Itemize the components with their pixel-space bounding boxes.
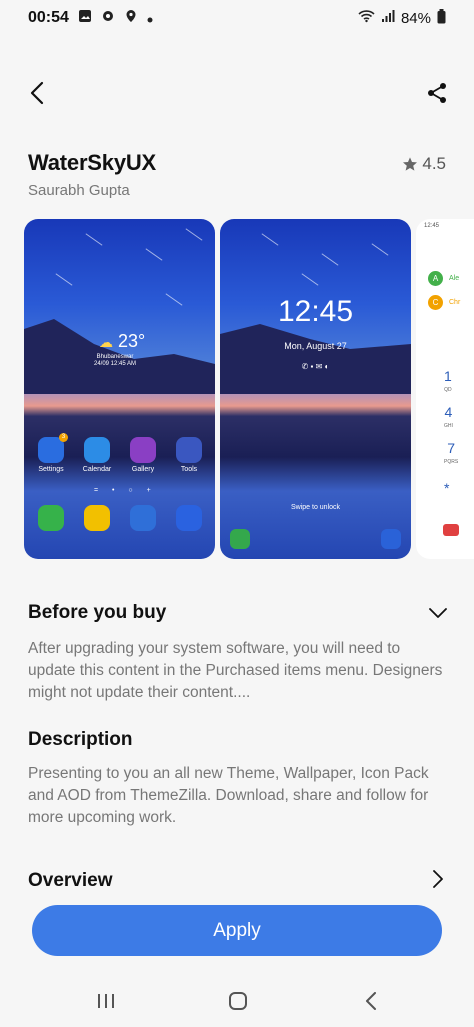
contact-name: Chr xyxy=(449,299,461,306)
phone-shortcut-icon[interactable] xyxy=(230,529,250,549)
tools-folder-icon xyxy=(176,437,202,463)
before-you-buy-text: After upgrading your system software, yo… xyxy=(28,640,443,701)
rating: 4.5 xyxy=(402,154,446,174)
home-button[interactable] xyxy=(223,988,253,1014)
recent-apps-icon xyxy=(98,994,114,1008)
weather-datetime: 24/09 12:45 AM xyxy=(94,361,137,367)
gallery-app-icon xyxy=(130,437,156,463)
browser-app-icon[interactable] xyxy=(130,505,156,531)
contact-avatar: A xyxy=(428,271,443,286)
app-label: Settings xyxy=(38,466,64,473)
weather-location: Bhubaneswar xyxy=(96,354,134,360)
weather-info: Bhubaneswar 24/09 12:45 AM xyxy=(94,354,136,368)
preview-dialer[interactable]: 12:45 A Ale C Chr 1 QD 4 GHI 7 PQRS * xyxy=(416,219,474,559)
chevron-left-icon xyxy=(30,81,44,105)
dock xyxy=(38,505,202,531)
key-digit: 4 xyxy=(444,404,453,420)
theme-author[interactable]: Saurabh Gupta xyxy=(28,182,130,199)
back-icon xyxy=(366,992,376,1010)
description-text: Presenting to you an all new Theme, Wall… xyxy=(28,765,429,826)
preview-lock-screen[interactable]: 12:45 Mon, August 27 ✆ ▪ ✉ ◐ Swipe to un… xyxy=(220,219,411,559)
overview-title[interactable]: Overview xyxy=(28,870,113,892)
home-icon xyxy=(229,992,247,1010)
wifi-icon xyxy=(358,9,375,27)
rating-value: 4.5 xyxy=(422,154,446,173)
calendar-app-icon xyxy=(84,437,110,463)
cloud-sun-icon: ☁ xyxy=(99,334,113,350)
overview-button[interactable] xyxy=(426,867,450,891)
key-digit: * xyxy=(444,480,450,496)
contact-avatar: C xyxy=(428,295,443,310)
contact-item: C Chr xyxy=(428,295,460,310)
page-indicator: = • ○ + xyxy=(94,487,157,494)
battery-icon xyxy=(437,8,446,28)
share-icon xyxy=(428,83,446,103)
dial-key: 1 QD xyxy=(444,369,452,397)
dialer-time: 12:45 xyxy=(424,223,440,229)
contact-item: A Ale xyxy=(428,271,459,286)
navigation-bar xyxy=(0,980,474,1022)
expand-button[interactable] xyxy=(426,601,450,625)
gallery-icon xyxy=(78,9,92,27)
status-bar: 00:54 84% xyxy=(0,0,474,36)
camera-app-icon[interactable] xyxy=(176,505,202,531)
preview-carousel[interactable]: ☁ 23° Bhubaneswar 24/09 12:45 AM 3 Setti… xyxy=(24,219,474,559)
swipe-hint: Swipe to unlock xyxy=(290,504,341,511)
star-icon xyxy=(403,157,418,171)
recent-apps-button[interactable] xyxy=(91,988,121,1014)
dial-key: 4 GHI xyxy=(444,405,453,433)
before-you-buy-title: Before you buy xyxy=(28,602,167,623)
preview-home-screen[interactable]: ☁ 23° Bhubaneswar 24/09 12:45 AM 3 Setti… xyxy=(24,219,215,559)
app-label: Gallery xyxy=(131,466,155,473)
weather-widget[interactable]: ☁ 23° xyxy=(99,331,145,352)
description-title: Description xyxy=(28,729,133,750)
back-button[interactable] xyxy=(22,78,52,108)
chevron-down-icon xyxy=(429,608,447,618)
app-settings[interactable]: 3 Settings xyxy=(34,433,68,473)
notification-badge: 3 xyxy=(59,433,68,442)
apply-button[interactable]: Apply xyxy=(32,905,442,956)
app-row: 3 Settings Calendar Gallery Tools xyxy=(34,433,206,473)
phone-app-icon[interactable] xyxy=(38,505,64,531)
dial-key: * xyxy=(444,481,449,495)
settings-app-icon: 3 xyxy=(38,433,68,463)
status-time: 00:54 xyxy=(28,9,69,26)
dial-key: 7 PQRS xyxy=(444,441,458,469)
battery-text: 84% xyxy=(400,9,431,27)
top-app-bar xyxy=(0,72,474,112)
app-tools[interactable]: Tools xyxy=(172,437,206,473)
app-label: Calendar xyxy=(82,466,112,473)
messages-app-icon[interactable] xyxy=(84,505,110,531)
contact-name: Ale xyxy=(449,275,460,282)
temperature: 23° xyxy=(118,331,146,351)
app-label: Tools xyxy=(180,466,198,473)
dot-icon xyxy=(147,10,153,27)
app-gallery[interactable]: Gallery xyxy=(126,437,160,473)
camera-shortcut-icon[interactable] xyxy=(381,529,401,549)
lock-date: Mon, August 27 xyxy=(284,341,347,351)
app-calendar[interactable]: Calendar xyxy=(80,437,114,473)
lock-notification-icons: ✆ ▪ ✉ ◐ xyxy=(301,362,330,371)
share-button[interactable] xyxy=(422,78,452,108)
key-letters: QD xyxy=(444,387,452,393)
nav-back-button[interactable] xyxy=(356,988,386,1014)
location-icon xyxy=(124,9,138,27)
chevron-right-icon xyxy=(433,870,443,888)
video-call-icon xyxy=(443,524,459,536)
key-digit: 7 xyxy=(447,440,455,456)
key-digit: 1 xyxy=(444,368,452,384)
key-letters: PQRS xyxy=(444,459,459,465)
key-letters: GHI xyxy=(444,423,453,429)
lock-clock: 12:45 xyxy=(277,295,354,328)
theme-title: WaterSkyUX xyxy=(28,150,157,175)
signal-icon xyxy=(381,9,395,27)
settings-icon xyxy=(101,9,115,27)
